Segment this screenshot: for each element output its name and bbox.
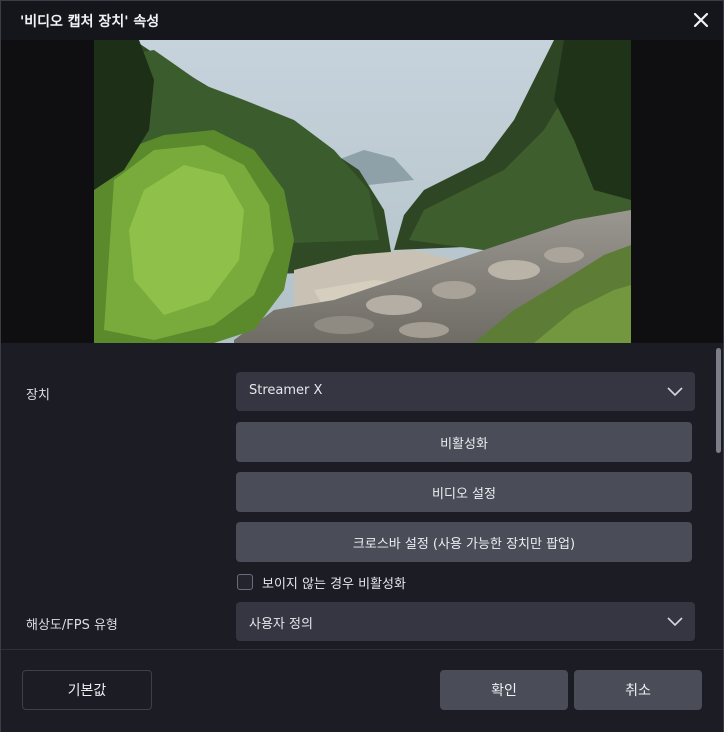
- resolution-select-value: 사용자 정의: [249, 617, 313, 632]
- properties-dialog: '비디오 캡처 장치' 속성 장치 Streamer X 비활성화 비디오 설정…: [0, 0, 724, 732]
- video-preview-image: [94, 40, 631, 343]
- title-bar: '비디오 캡처 장치' 속성: [1, 1, 723, 40]
- chevron-down-icon: [667, 617, 683, 627]
- close-icon: [693, 12, 709, 28]
- deactivate-when-hidden-row: 보이지 않는 경우 비활성화: [237, 572, 406, 592]
- device-select[interactable]: Streamer X: [236, 372, 695, 411]
- resolution-label: 해상도/FPS 유형: [26, 618, 118, 633]
- cancel-button[interactable]: 취소: [574, 670, 702, 710]
- resolution-select[interactable]: 사용자 정의: [236, 602, 695, 641]
- video-preview: [1, 40, 723, 343]
- video-settings-button[interactable]: 비디오 설정: [236, 472, 692, 512]
- deactivate-when-hidden-label: 보이지 않는 경우 비활성화: [262, 576, 406, 592]
- device-label: 장치: [26, 388, 50, 403]
- deactivate-button[interactable]: 비활성화: [236, 422, 692, 462]
- device-select-value: Streamer X: [249, 383, 323, 398]
- dialog-footer: 기본값 확인 취소: [1, 649, 723, 732]
- dialog-title: '비디오 캡처 장치' 속성: [20, 14, 160, 30]
- close-button[interactable]: [691, 10, 711, 30]
- crossbar-settings-button[interactable]: 크로스바 설정 (사용 가능한 장치만 팝업): [236, 522, 692, 562]
- settings-panel: 장치 Streamer X 비활성화 비디오 설정 크로스바 설정 (사용 가능…: [1, 343, 723, 649]
- chevron-down-icon: [667, 387, 683, 397]
- defaults-button[interactable]: 기본값: [22, 670, 152, 710]
- deactivate-when-hidden-checkbox[interactable]: [237, 574, 253, 590]
- ok-button[interactable]: 확인: [440, 670, 568, 710]
- scrollbar-thumb[interactable]: [716, 348, 721, 453]
